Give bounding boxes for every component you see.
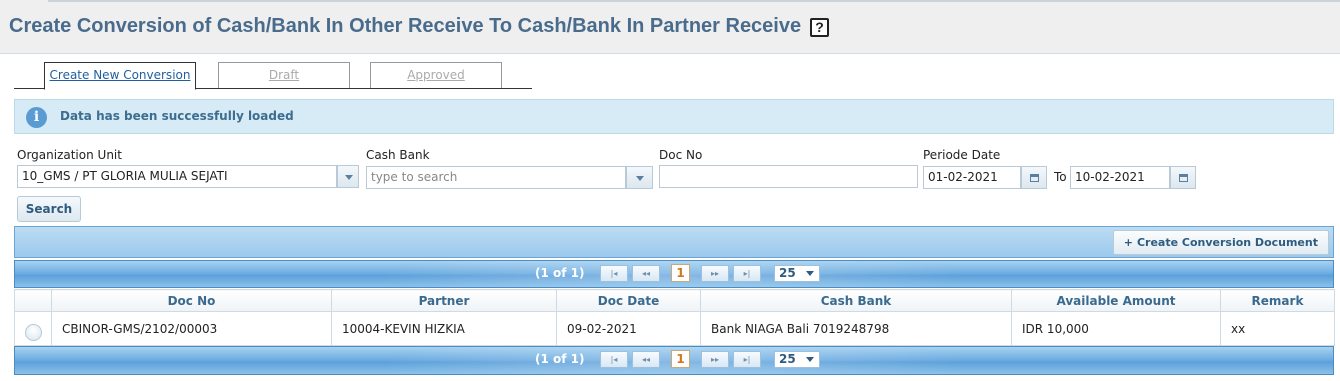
- period-from-field[interactable]: 01-02-2021: [923, 166, 1021, 189]
- table-row[interactable]: CBINOR-GMS/2102/00003 10004-KEVIN HIZKIA…: [14, 311, 1335, 346]
- create-conversion-document-button[interactable]: + Create Conversion Document: [1112, 230, 1329, 255]
- page-count: (1 of 1): [535, 352, 585, 366]
- calendar-icon: [1030, 174, 1039, 182]
- rows-per-page-select[interactable]: 25: [774, 265, 820, 282]
- period-to-calendar-button[interactable]: [1170, 166, 1196, 189]
- next-page-button[interactable]: ▸▸: [701, 265, 729, 282]
- status-alert: i Data has been successfully loaded: [14, 99, 1334, 134]
- grid-toolbar: + Create Conversion Document: [14, 226, 1334, 258]
- tab-approved[interactable]: Approved: [370, 62, 502, 88]
- periode-date-label: Periode Date: [923, 148, 1001, 162]
- column-header-available-amount[interactable]: Available Amount: [1011, 289, 1221, 312]
- cell-doc-date: 09-02-2021: [556, 311, 701, 346]
- page-count: (1 of 1): [535, 266, 585, 280]
- org-unit-dropdown-button[interactable]: [337, 165, 359, 188]
- doc-no-label: Doc No: [659, 148, 703, 162]
- doc-no-field[interactable]: [659, 165, 918, 188]
- help-icon[interactable]: ?: [810, 18, 829, 37]
- page-root: Create Conversion of Cash/Bank In Other …: [0, 0, 1340, 381]
- top-paginator: (1 of 1) |◂ ◂◂ 1 ▸▸ ▸| 25: [14, 260, 1334, 288]
- tab-strip: Create New Conversion Draft Approved: [14, 62, 532, 90]
- rows-per-page-value: 25: [779, 352, 796, 366]
- page-number-button[interactable]: 1: [671, 350, 690, 368]
- cell-cash-bank: Bank NIAGA Bali 7019248798: [700, 311, 1012, 346]
- chevron-down-icon: [806, 357, 814, 362]
- conversion-table: Doc No Partner Doc Date Cash Bank Availa…: [14, 289, 1335, 346]
- period-from-calendar-button[interactable]: [1021, 166, 1047, 189]
- calendar-icon: [1179, 174, 1188, 182]
- org-unit-label: Organization Unit: [17, 148, 122, 162]
- first-page-button[interactable]: |◂: [600, 265, 628, 282]
- tab-draft[interactable]: Draft: [218, 62, 350, 88]
- cash-bank-label: Cash Bank: [366, 148, 430, 162]
- period-to-label: To: [1054, 170, 1067, 184]
- column-header-cash-bank[interactable]: Cash Bank: [700, 289, 1012, 312]
- chevron-down-icon: [345, 175, 353, 180]
- page-title: Create Conversion of Cash/Bank In Other …: [9, 15, 802, 37]
- column-header-doc-no[interactable]: Doc No: [51, 289, 332, 312]
- info-icon: i: [26, 107, 47, 128]
- cash-bank-dropdown-button[interactable]: [626, 166, 653, 189]
- last-page-button[interactable]: ▸|: [733, 265, 761, 282]
- column-header-doc-date[interactable]: Doc Date: [556, 289, 701, 312]
- cell-remark: xx: [1220, 311, 1335, 346]
- first-page-button[interactable]: |◂: [600, 351, 628, 368]
- column-header-partner[interactable]: Partner: [331, 289, 557, 312]
- title-bar: Create Conversion of Cash/Bank In Other …: [0, 0, 1340, 54]
- cell-available-amount: IDR 10,000: [1011, 311, 1221, 346]
- prev-page-button[interactable]: ◂◂: [632, 351, 660, 368]
- prev-page-button[interactable]: ◂◂: [632, 265, 660, 282]
- cell-doc-no: CBINOR-GMS/2102/00003: [51, 311, 332, 346]
- rows-per-page-value: 25: [779, 266, 796, 280]
- cell-partner: 10004-KEVIN HIZKIA: [331, 311, 557, 346]
- alert-message: Data has been successfully loaded: [60, 109, 294, 123]
- chevron-down-icon: [806, 271, 814, 276]
- column-header-remark[interactable]: Remark: [1220, 289, 1335, 312]
- bottom-paginator: (1 of 1) |◂ ◂◂ 1 ▸▸ ▸| 25: [14, 346, 1334, 375]
- org-unit-combo[interactable]: 10_GMS / PT GLORIA MULIA SEJATI: [17, 165, 337, 188]
- search-button[interactable]: Search: [17, 196, 81, 222]
- row-select-radio[interactable]: [24, 324, 42, 341]
- plus-icon: +: [1123, 236, 1133, 249]
- period-to-field[interactable]: 10-02-2021: [1070, 166, 1170, 189]
- page-number-button[interactable]: 1: [671, 264, 690, 282]
- create-conversion-document-label: Create Conversion Document: [1136, 236, 1318, 249]
- next-page-button[interactable]: ▸▸: [701, 351, 729, 368]
- rows-per-page-select[interactable]: 25: [774, 351, 820, 368]
- table-header-row: Doc No Partner Doc Date Cash Bank Availa…: [14, 289, 1335, 312]
- cash-bank-search-input[interactable]: type to search: [366, 166, 626, 189]
- tab-create-new-conversion[interactable]: Create New Conversion: [44, 62, 196, 90]
- row-select-cell: [14, 311, 52, 346]
- column-header-select: [14, 289, 52, 312]
- chevron-down-icon: [636, 176, 644, 181]
- last-page-button[interactable]: ▸|: [733, 351, 761, 368]
